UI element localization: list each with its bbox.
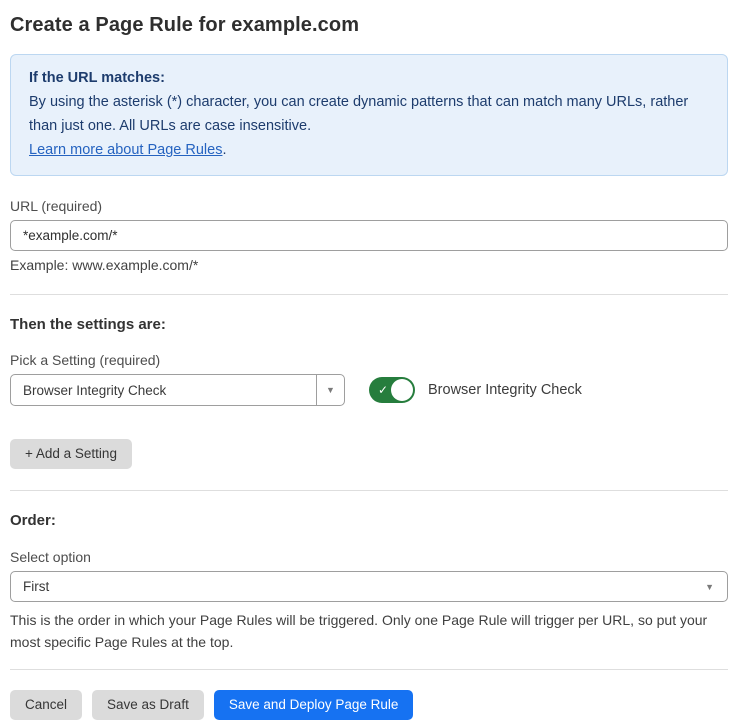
footer-divider [10, 669, 728, 670]
link-suffix: . [222, 142, 226, 158]
browser-integrity-toggle[interactable]: ✓ [369, 377, 415, 403]
setting-dropdown[interactable]: Browser Integrity Check ▼ [10, 374, 345, 406]
order-section-heading: Order: [10, 512, 728, 529]
setting-row: Browser Integrity Check ▼ ✓ Browser Inte… [10, 374, 728, 406]
toggle-wrap: ✓ Browser Integrity Check [369, 377, 582, 403]
page-title: Create a Page Rule for example.com [10, 14, 728, 37]
order-helper-text: This is the order in which your Page Rul… [10, 609, 728, 653]
chevron-down-icon: ▼ [705, 582, 727, 592]
order-select[interactable]: First ▼ [10, 571, 728, 602]
cancel-button[interactable]: Cancel [10, 690, 82, 720]
info-box-body: By using the asterisk (*) character, you… [29, 90, 709, 138]
info-box-link-line: Learn more about Page Rules. [29, 138, 709, 162]
url-example-helper: Example: www.example.com/* [10, 257, 728, 273]
footer-actions: Cancel Save as Draft Save and Deploy Pag… [10, 690, 728, 720]
toggle-label: Browser Integrity Check [428, 382, 582, 398]
select-option-label: Select option [10, 549, 728, 565]
url-match-info-box: If the URL matches: By using the asteris… [10, 54, 728, 176]
setting-dropdown-value: Browser Integrity Check [11, 383, 316, 398]
section-divider [10, 490, 728, 491]
url-input[interactable] [10, 220, 728, 251]
chevron-down-icon: ▼ [326, 385, 335, 395]
save-and-deploy-button[interactable]: Save and Deploy Page Rule [214, 690, 414, 720]
info-box-heading: If the URL matches: [29, 66, 709, 90]
save-as-draft-button[interactable]: Save as Draft [92, 690, 204, 720]
add-setting-button[interactable]: + Add a Setting [10, 439, 132, 469]
check-icon: ✓ [378, 384, 388, 396]
setting-dropdown-arrow-button[interactable]: ▼ [316, 375, 344, 405]
pick-setting-label: Pick a Setting (required) [10, 352, 728, 368]
order-select-value: First [11, 579, 705, 594]
toggle-knob [391, 379, 413, 401]
settings-section-heading: Then the settings are: [10, 316, 728, 333]
section-divider [10, 294, 728, 295]
learn-more-link[interactable]: Learn more about Page Rules [29, 142, 222, 158]
url-field-label: URL (required) [10, 198, 728, 214]
page-rule-form: Create a Page Rule for example.com If th… [0, 0, 750, 720]
